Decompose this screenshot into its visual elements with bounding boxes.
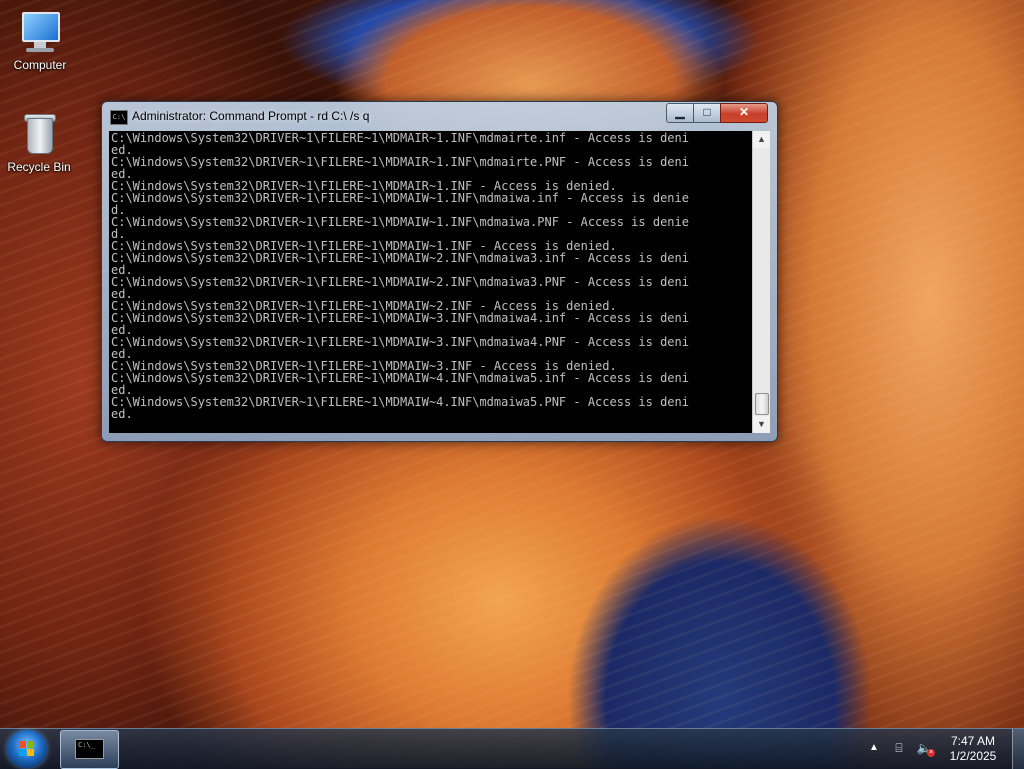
- scroll-down-button[interactable]: ▼: [753, 416, 770, 433]
- minimize-button[interactable]: ▁: [666, 103, 694, 123]
- command-prompt-icon: C:\_: [75, 739, 104, 759]
- maximize-button[interactable]: □: [693, 103, 721, 123]
- scroll-thumb[interactable]: [755, 393, 769, 415]
- desktop-icon-label: Computer: [13, 58, 67, 72]
- desktop-icon-recycle-bin[interactable]: Recycle Bin: [0, 110, 78, 174]
- network-icon[interactable]: ⌸: [892, 741, 906, 755]
- taskbar-item-command-prompt[interactable]: C:\_: [60, 730, 119, 769]
- console-text: C:\Windows\System32\DRIVER~1\FILERE~1\MD…: [111, 131, 689, 421]
- window-title: Administrator: Command Prompt - rd C:\ /…: [132, 109, 370, 123]
- console-output[interactable]: C:\Windows\System32\DRIVER~1\FILERE~1\MD…: [109, 131, 752, 433]
- desktop-icon-label: Recycle Bin: [7, 160, 71, 174]
- start-button[interactable]: [7, 730, 47, 768]
- close-button[interactable]: ✕: [720, 103, 768, 123]
- window-titlebar[interactable]: C:\ Administrator: Command Prompt - rd C…: [102, 102, 777, 130]
- command-prompt-icon: C:\: [110, 110, 128, 125]
- taskbar: C:\_ ▲ ⌸ 🔈 × 7:47 AM 1/2/2025: [0, 728, 1024, 769]
- command-prompt-window[interactable]: C:\ Administrator: Command Prompt - rd C…: [101, 101, 778, 442]
- show-hidden-icons-button[interactable]: ▲: [869, 742, 879, 753]
- system-clock[interactable]: 7:47 AM 1/2/2025: [940, 734, 1006, 764]
- scroll-up-button[interactable]: ▲: [753, 131, 770, 148]
- clock-time: 7:47 AM: [950, 734, 996, 748]
- computer-icon: [16, 8, 64, 56]
- vertical-scrollbar[interactable]: ▲ ▼: [752, 131, 770, 433]
- desktop-icon-computer[interactable]: Computer: [1, 8, 79, 72]
- clock-date: 1/2/2025: [949, 749, 997, 763]
- show-desktop-button[interactable]: [1012, 729, 1024, 769]
- volume-muted-icon[interactable]: 🔈 ×: [916, 741, 935, 757]
- windows-logo-icon: [19, 741, 35, 757]
- recycle-bin-icon: [15, 110, 63, 158]
